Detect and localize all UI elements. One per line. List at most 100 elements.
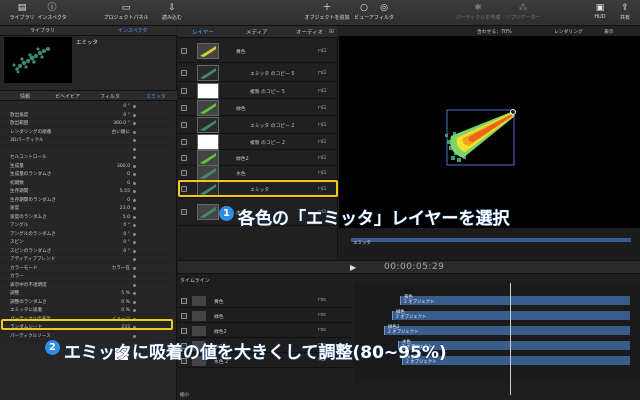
layer-visibility-checkbox[interactable]: [181, 209, 187, 215]
layers-expand-icon[interactable]: ⊞: [329, 28, 334, 35]
keyframe-dot-icon[interactable]: [133, 198, 136, 202]
layer-row[interactable]: 水色 ⊓⊡: [178, 165, 338, 181]
timeline-clip[interactable]: 緑色 2 オブジェクト: [392, 310, 630, 320]
timeline-track-row[interactable]: 緑色2 ⊓⊡: [178, 324, 353, 338]
layer-name[interactable]: 緑色2: [236, 155, 249, 162]
tab-behavior[interactable]: ビヘイビア: [55, 93, 80, 100]
keyframe-dot-icon[interactable]: [133, 309, 136, 312]
layer-name[interactable]: エミッタ のコピー 5: [250, 70, 294, 77]
layer-row[interactable]: 緑色2 ⊓⊡: [178, 150, 338, 166]
tab-library[interactable]: ライブラリ: [30, 27, 55, 34]
tab-emitter[interactable]: エミッタ: [146, 93, 166, 100]
layer-visibility-checkbox[interactable]: [181, 139, 187, 145]
layer-name[interactable]: 緑色: [236, 105, 246, 112]
layer-lock-icon[interactable]: ⊓⊡: [318, 155, 326, 161]
keyframe-dot-icon[interactable]: [133, 190, 136, 193]
layer-lock-icon[interactable]: ⊓⊡: [318, 139, 326, 145]
layer-name[interactable]: エミッタ のコピー 2: [250, 122, 294, 129]
keyframe-dot-icon[interactable]: [133, 105, 136, 108]
keyframe-dot-icon[interactable]: [133, 122, 136, 125]
layer-name[interactable]: 水色: [236, 170, 246, 177]
keyframe-dot-icon[interactable]: [133, 232, 136, 236]
track-checkbox[interactable]: [181, 313, 187, 319]
keyframe-dot-icon[interactable]: [133, 258, 136, 261]
layer-row[interactable]: エミッタ のコピー 5 ⊓⊡: [178, 63, 338, 82]
layer-name[interactable]: 複製 のコピー 2: [250, 139, 285, 146]
tab-inspector[interactable]: インスペクタ: [118, 27, 147, 34]
keyframe-dot-icon[interactable]: [133, 300, 136, 304]
keyframe-dot-icon[interactable]: [133, 275, 136, 278]
keyframe-dot-icon[interactable]: [133, 164, 136, 168]
keyframe-dot-icon[interactable]: [133, 147, 136, 151]
layer-row[interactable]: エミッタ のコピー 2 ⊓⊡: [178, 116, 338, 134]
layer-row[interactable]: 複製 のコピー 2 ⊓⊡: [178, 134, 338, 150]
track-checkbox[interactable]: [181, 298, 187, 304]
canvas-viewer[interactable]: [339, 36, 640, 228]
tab-media[interactable]: メディア: [246, 28, 268, 36]
layer-name[interactable]: 複製 のコピー 5: [250, 88, 285, 95]
layer-name[interactable]: 黄色: [236, 48, 246, 55]
layer-thumbnail: [197, 99, 219, 116]
tab-filter[interactable]: フィルタ: [100, 93, 120, 100]
keyframe-dot-icon[interactable]: [133, 156, 136, 159]
layer-visibility-checkbox[interactable]: [181, 87, 187, 94]
keyframe-dot-icon[interactable]: [133, 292, 136, 295]
project-panel-button[interactable]: ▭ プロジェクトパネル: [96, 2, 156, 21]
keyframe-dot-icon[interactable]: [133, 224, 136, 227]
keyframe-dot-icon[interactable]: [133, 207, 136, 210]
render-menu[interactable]: レンダリング: [554, 28, 583, 35]
filter-button[interactable]: ◎ フィルタ: [362, 2, 406, 21]
track-checkbox[interactable]: [181, 328, 187, 334]
layer-lock-icon[interactable]: ⊓⊡: [318, 70, 326, 76]
tab-info[interactable]: 情報: [20, 93, 30, 100]
keyframe-dot-icon[interactable]: [133, 181, 136, 185]
keyframe-dot-icon[interactable]: [133, 283, 136, 287]
zoom-label: 縮小: [180, 393, 190, 398]
step2-text: エミッタに吸着の値を大きくして調整(80~95%): [64, 343, 448, 364]
layer-row[interactable]: 黄色 ⊓⊡: [178, 38, 338, 63]
clip-subtitle: 2 オブジェクト: [388, 329, 419, 335]
keyframe-dot-icon[interactable]: [133, 249, 136, 253]
timeline-clip[interactable]: 黄色 2 オブジェクト: [400, 295, 630, 305]
layer-visibility-checkbox[interactable]: [181, 69, 187, 76]
timecode-display[interactable]: 00:00:05:29: [384, 262, 444, 272]
layer-lock-icon[interactable]: ⊓⊡: [318, 48, 326, 54]
layer-visibility-checkbox[interactable]: [181, 170, 187, 176]
layer-lock-icon[interactable]: ⊓⊡: [318, 105, 326, 111]
import-button[interactable]: ⇩ 読み込む: [150, 2, 194, 21]
play-button[interactable]: ▶: [350, 263, 356, 272]
display-menu[interactable]: 表示: [604, 28, 614, 35]
layer-row[interactable]: 緑色 ⊓⊡: [178, 99, 338, 116]
replicator-button[interactable]: ⁂ リプリケーター: [495, 2, 551, 21]
layer-visibility-checkbox[interactable]: [181, 155, 187, 161]
keyframe-dot-icon[interactable]: [133, 173, 136, 176]
track-lock-icon[interactable]: ⊓⊡: [318, 313, 326, 318]
tab-audio[interactable]: オーディオ: [296, 28, 323, 36]
layer-visibility-checkbox[interactable]: [181, 47, 187, 54]
timeline-clip[interactable]: 緑色2 2 オブジェクト: [384, 325, 630, 335]
keyframe-dot-icon[interactable]: [133, 139, 136, 142]
keyframe-dot-icon[interactable]: [133, 266, 136, 270]
track-lock-icon[interactable]: ⊓⊡: [318, 328, 326, 333]
playhead[interactable]: [510, 283, 511, 395]
tab-layers[interactable]: レイヤー: [192, 28, 214, 36]
timeline-track-row[interactable]: 緑色 ⊓⊡: [178, 309, 353, 323]
layer-row[interactable]: 複製 のコピー 5 ⊓⊡: [178, 82, 338, 99]
keyframe-dot-icon[interactable]: [133, 130, 136, 134]
layer-thumbnail: [197, 42, 219, 59]
keyframe-dot-icon[interactable]: [133, 241, 136, 244]
layer-visibility-checkbox[interactable]: [181, 104, 187, 111]
track-thumbnail: [192, 296, 206, 306]
track-lock-icon[interactable]: ⊓⊡: [318, 298, 326, 303]
share-button[interactable]: ⇪ 共有: [610, 2, 640, 21]
mini-timeline-bar[interactable]: [351, 238, 631, 242]
layer-lock-icon[interactable]: ⊓⊡: [318, 170, 326, 176]
layer-visibility-checkbox[interactable]: [181, 122, 187, 128]
timeline-track-row[interactable]: 黄色 ⊓⊡: [178, 294, 353, 308]
inspector-button[interactable]: ⓘ インスペクタ: [30, 2, 74, 21]
layer-lock-icon[interactable]: ⊓⊡: [318, 122, 326, 128]
zoom-fit-select[interactable]: 合わせる：70%: [477, 28, 512, 35]
keyframe-dot-icon[interactable]: [133, 215, 136, 219]
layer-lock-icon[interactable]: ⊓⊡: [318, 88, 326, 94]
keyframe-dot-icon[interactable]: [133, 113, 136, 117]
